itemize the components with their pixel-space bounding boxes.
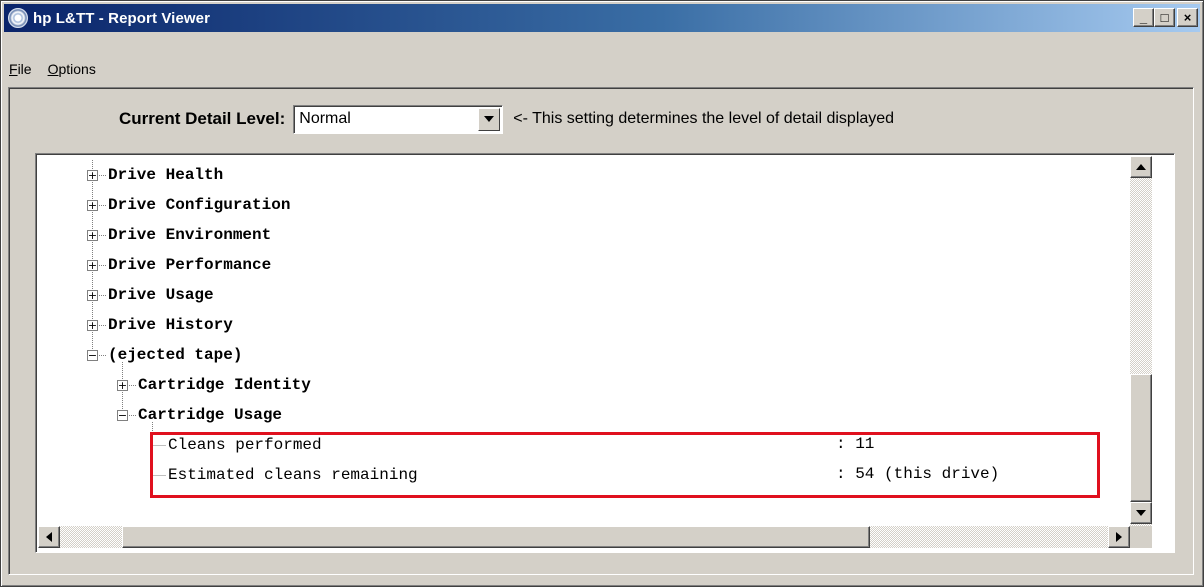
arrow-up-icon <box>1136 164 1146 170</box>
vertical-scrollbar[interactable] <box>1130 156 1152 526</box>
window-controls: _ □ × <box>1133 8 1198 27</box>
arrow-down-icon <box>1136 510 1146 516</box>
window-title: hp L&TT - Report Viewer <box>33 9 211 27</box>
menu-file[interactable]: File <box>5 61 40 77</box>
detail-level-hint: <- This setting determines the level of … <box>513 110 895 127</box>
chevron-down-icon <box>484 116 495 122</box>
tree-item-drive-configuration[interactable]: Drive Configuration <box>108 190 290 220</box>
report-tree[interactable]: + Drive Health + Drive Configuration + D… <box>35 153 1175 553</box>
arrow-right-icon <box>1116 532 1122 542</box>
collapse-icon[interactable]: − <box>87 350 98 361</box>
scroll-left-button[interactable] <box>38 526 60 548</box>
expand-icon[interactable]: + <box>117 380 128 391</box>
tree-item-cartridge-identity[interactable]: Cartridge Identity <box>138 370 311 400</box>
horizontal-scroll-thumb[interactable] <box>122 526 870 548</box>
scrollbar-corner <box>1130 526 1152 548</box>
vertical-scroll-thumb[interactable] <box>1130 374 1152 502</box>
collapse-icon[interactable]: − <box>117 410 128 421</box>
expand-icon[interactable]: + <box>87 260 98 271</box>
tree-item-drive-history[interactable]: Drive History <box>108 310 233 340</box>
report-viewer-window: hp L&TT - Report Viewer _ □ × File Optio… <box>0 0 1204 587</box>
scroll-down-button[interactable] <box>1130 502 1152 524</box>
detail-level-row: Current Detail Level: Normal <- This set… <box>119 104 894 134</box>
tree-item-drive-environment[interactable]: Drive Environment <box>108 220 271 250</box>
expand-icon[interactable]: + <box>87 200 98 211</box>
title-bar[interactable]: hp L&TT - Report Viewer _ □ × <box>4 4 1200 32</box>
expand-icon[interactable]: + <box>87 320 98 331</box>
tree-item-cartridge-usage[interactable]: Cartridge Usage <box>138 400 282 430</box>
tree-item-drive-performance[interactable]: Drive Performance <box>108 250 271 280</box>
arrow-left-icon <box>46 532 52 542</box>
scroll-up-button[interactable] <box>1130 156 1152 178</box>
detail-level-value: Normal <box>299 110 351 127</box>
expand-icon[interactable]: + <box>87 170 98 181</box>
highlight-box <box>150 432 1100 498</box>
expand-icon[interactable]: + <box>87 290 98 301</box>
detail-level-select[interactable]: Normal <box>293 104 504 134</box>
maximize-button[interactable]: □ <box>1154 8 1175 27</box>
horizontal-scrollbar[interactable] <box>38 526 1152 548</box>
tree-item-drive-usage[interactable]: Drive Usage <box>108 280 214 310</box>
close-button[interactable]: × <box>1177 8 1198 27</box>
hp-swirl-icon[interactable] <box>8 8 28 28</box>
menu-options[interactable]: Options <box>40 61 104 77</box>
tree-item-drive-health[interactable]: Drive Health <box>108 160 223 190</box>
menu-bar: File Options <box>5 57 104 81</box>
minimize-button[interactable]: _ <box>1133 8 1154 27</box>
tree-item-ejected-tape[interactable]: (ejected tape) <box>108 340 242 370</box>
dropdown-button[interactable] <box>478 107 501 131</box>
expand-icon[interactable]: + <box>87 230 98 241</box>
detail-level-label: Current Detail Level: <box>119 109 286 128</box>
scroll-right-button[interactable] <box>1108 526 1130 548</box>
